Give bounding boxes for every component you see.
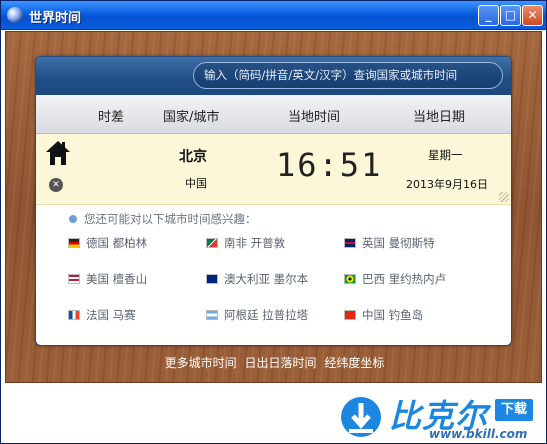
weekday: 星期一: [428, 148, 463, 162]
suggestion-label: 法国 马赛: [86, 308, 136, 322]
bottom-links: 更多城市时间 日出日落时间 经纬度坐标: [6, 354, 543, 371]
coordinates-link[interactable]: 经纬度坐标: [324, 356, 384, 370]
uk-flag-icon: [344, 238, 356, 248]
world-time-window: 世界时间 _ □ ✕ 输入（简码/拼音/英文/汉字）查询国家或城市时间 时差 国…: [0, 0, 547, 444]
suggestion-label: 阿根廷 拉普拉塔: [224, 308, 309, 322]
suggestion-label: 德国 都柏林: [86, 236, 148, 250]
suggestion-label: 澳大利亚 墨尔本: [224, 272, 309, 286]
wood-background: 输入（简码/拼音/英文/汉字）查询国家或城市时间 时差 国家/城市 当地时间 当…: [5, 31, 542, 383]
suggestion-item[interactable]: 南非 开普敦: [206, 235, 285, 251]
suggestion-label: 美国 檀香山: [86, 272, 148, 286]
france-flag-icon: [68, 310, 80, 320]
city-name: 北京: [179, 149, 207, 165]
col-country-city: 国家/城市: [163, 110, 220, 125]
brazil-flag-icon: [344, 274, 356, 284]
col-local-time: 当地时间: [288, 110, 341, 125]
download-badge: 下载: [495, 399, 533, 421]
suggestion-label: 中国 钓鱼岛: [362, 308, 424, 322]
time-panel: 输入（简码/拼音/英文/汉字）查询国家或城市时间 时差 国家/城市 当地时间 当…: [35, 56, 512, 346]
suggestion-label: 巴西 里约热内卢: [362, 272, 447, 286]
panel-header: 输入（简码/拼音/英文/汉字）查询国家或城市时间: [36, 57, 511, 95]
suggestion-item[interactable]: 法国 马赛: [68, 307, 136, 323]
germany-flag-icon: [68, 238, 80, 248]
sunrise-sunset-link[interactable]: 日出日落时间: [244, 356, 316, 370]
resize-grip-icon: [499, 192, 509, 202]
suggestions-title: 您还可能对以下城市时间感兴趣：: [84, 212, 257, 226]
column-headers: 时差 国家/城市 当地时间 当地日期: [36, 95, 511, 134]
suggestion-label: 英国 曼彻斯特: [362, 236, 435, 250]
suggestion-item[interactable]: 澳大利亚 墨尔本: [206, 271, 308, 287]
suggestion-item[interactable]: 阿根廷 拉普拉塔: [206, 307, 308, 323]
globe-icon: [7, 7, 23, 23]
search-input[interactable]: 输入（简码/拼音/英文/汉字）查询国家或城市时间: [193, 62, 503, 89]
local-date: 2013年9月16日: [406, 178, 488, 191]
country-name: 中国: [185, 177, 207, 190]
minimize-button[interactable]: _: [478, 5, 499, 26]
close-button[interactable]: ✕: [522, 5, 543, 26]
suggestion-item[interactable]: 英国 曼彻斯特: [344, 235, 435, 251]
title-bar[interactable]: 世界时间 _ □ ✕: [1, 1, 546, 30]
local-time: 16:51: [276, 146, 383, 184]
watermark-logo: 比克尔 下载 www.bkill.com: [335, 387, 545, 443]
current-city-row[interactable]: ✕ 北京 中国 16:51 星期一 2013年9月16日: [36, 134, 511, 205]
brand-url: www.bkill.com: [429, 427, 528, 441]
remove-icon[interactable]: ✕: [49, 178, 63, 192]
suggestions-section: 您还可能对以下城市时间感兴趣： 德国 都柏林 南非 开普敦 英国 曼彻斯特 美国…: [36, 205, 511, 345]
home-icon: [46, 141, 70, 165]
suggestion-item[interactable]: 美国 檀香山: [68, 271, 147, 287]
maximize-button[interactable]: □: [500, 5, 521, 26]
window-title: 世界时间: [29, 11, 82, 26]
australia-flag-icon: [206, 274, 218, 284]
suggestion-label: 南非 开普敦: [224, 236, 286, 250]
suggestion-item[interactable]: 巴西 里约热内卢: [344, 271, 446, 287]
argentina-flag-icon: [206, 310, 218, 320]
download-bolt-icon: [341, 397, 381, 437]
china-flag-icon: [344, 310, 356, 320]
south-africa-flag-icon: [206, 238, 218, 248]
col-local-date: 当地日期: [413, 110, 466, 125]
more-cities-link[interactable]: 更多城市时间: [165, 356, 237, 370]
col-offset: 时差: [98, 110, 125, 125]
bullet-icon: [69, 215, 77, 223]
suggestion-item[interactable]: 中国 钓鱼岛: [344, 307, 423, 323]
suggestion-item[interactable]: 德国 都柏林: [68, 235, 147, 251]
usa-flag-icon: [68, 274, 80, 284]
